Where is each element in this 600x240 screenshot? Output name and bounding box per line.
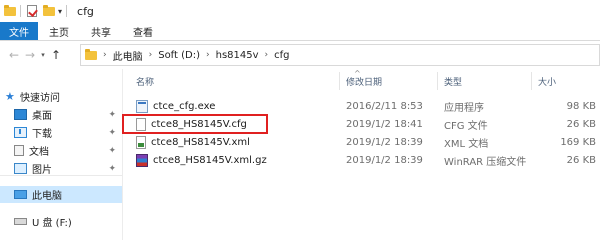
xml-file-icon	[136, 135, 146, 149]
sidebar-item-downloads[interactable]: 下载 ✦	[0, 124, 122, 141]
sidebar-item-this-pc[interactable]: 此电脑	[0, 186, 122, 203]
pin-icon[interactable]: ✦	[108, 128, 116, 138]
navigation-pane: ★ 快速访问 桌面 ✦ 下载 ✦ 文档 ✦ 图片 ✦ 此电脑 U 盘 (F:)	[0, 69, 122, 240]
breadcrumb-hs8145v[interactable]: hs8145v	[216, 50, 259, 61]
window-title: cfg	[77, 4, 94, 18]
customize-quick-access-icon[interactable]: ▾	[58, 7, 62, 16]
file-name: ctce8_HS8145V.xml	[151, 136, 250, 148]
divider	[20, 5, 21, 17]
sidebar-item-label: 下载	[32, 129, 52, 140]
up-arrow-icon[interactable]: ↑	[48, 48, 64, 62]
file-row[interactable]: ctce8_HS8145V.xml 2019/1/2 18:39 XML 文档 …	[124, 133, 600, 151]
column-divider[interactable]	[437, 72, 438, 90]
column-header-type[interactable]: 类型	[444, 70, 534, 92]
file-type: 应用程序	[444, 102, 484, 114]
divider	[66, 5, 68, 17]
desktop-icon	[14, 109, 27, 120]
recent-locations-icon[interactable]: ▾	[38, 51, 48, 59]
file-name-cell[interactable]: ctce_cfg.exe	[136, 97, 215, 115]
address-bar[interactable]: › 此电脑 › Soft (D:) › hs8145v › cfg	[80, 44, 600, 66]
usb-drive-icon	[14, 218, 27, 225]
column-header-name[interactable]: 名称	[136, 70, 336, 92]
sidebar-item-label: 桌面	[32, 111, 52, 122]
file-size: 26 KB	[566, 154, 596, 166]
rar-archive-icon	[136, 153, 148, 167]
file-type: WinRAR 压缩文件	[444, 156, 527, 168]
sidebar-item-usb-drive[interactable]: U 盘 (F:)	[0, 213, 122, 230]
file-size: 26 KB	[566, 118, 596, 130]
highlight-annotation	[122, 114, 268, 134]
sidebar-item-label: 快速访问	[20, 93, 60, 104]
file-modified: 2019/1/2 18:41	[346, 118, 423, 130]
sidebar-item-documents[interactable]: 文档 ✦	[0, 142, 122, 159]
breadcrumb-cfg[interactable]: cfg	[274, 50, 289, 61]
column-divider[interactable]	[531, 72, 532, 90]
documents-icon	[14, 145, 24, 156]
column-divider[interactable]	[339, 72, 340, 90]
file-type: XML 文档	[444, 138, 489, 150]
file-type: CFG 文件	[444, 120, 488, 132]
star-icon: ★	[5, 90, 15, 103]
file-modified: 2019/1/2 18:39	[346, 136, 423, 148]
file-size: 98 KB	[566, 100, 596, 112]
sidebar-item-label: 此电脑	[32, 191, 62, 202]
chevron-right-icon[interactable]: ›	[103, 50, 107, 60]
column-header-size[interactable]: 大小	[538, 70, 588, 92]
folder-icon	[4, 4, 16, 16]
tab-share[interactable]: 共享	[80, 22, 122, 40]
download-icon	[14, 127, 27, 138]
sidebar-item-label: 文档	[29, 147, 49, 158]
file-modified: 2016/2/11 8:53	[346, 100, 423, 112]
column-header-modified[interactable]: 修改日期	[346, 70, 436, 92]
file-size: 169 KB	[560, 136, 596, 148]
file-row[interactable]: ctce8_HS8145V.xml.gz 2019/1/2 18:39 WinR…	[124, 151, 600, 169]
properties-icon[interactable]	[27, 5, 37, 17]
sidebar-item-label: U 盘 (F:)	[32, 218, 72, 229]
sidebar-item-desktop[interactable]: 桌面 ✦	[0, 106, 122, 123]
pin-icon[interactable]: ✦	[108, 146, 116, 156]
pin-icon[interactable]: ✦	[108, 110, 116, 120]
title-bar: ▾ cfg	[0, 0, 600, 22]
file-name: ctce8_HS8145V.xml.gz	[153, 154, 267, 166]
sidebar-item-label: 图片	[32, 165, 52, 176]
chevron-right-icon[interactable]: ›	[149, 50, 153, 60]
folder-icon	[85, 48, 97, 60]
pictures-icon	[14, 163, 27, 174]
computer-icon	[14, 190, 27, 199]
tab-home[interactable]: 主页	[38, 22, 80, 40]
new-folder-icon[interactable]	[43, 4, 55, 16]
ribbon-tabs: 文件 主页 共享 查看	[0, 22, 600, 41]
forward-arrow-icon[interactable]: →	[22, 48, 38, 62]
divider	[0, 175, 122, 176]
back-arrow-icon[interactable]: ←	[6, 48, 22, 62]
pin-icon[interactable]: ✦	[108, 164, 116, 174]
navigation-bar: ← → ▾ ↑ › 此电脑 › Soft (D:) › hs8145v › cf…	[0, 41, 600, 69]
tab-view[interactable]: 查看	[122, 22, 164, 40]
file-modified: 2019/1/2 18:39	[346, 154, 423, 166]
file-name-cell[interactable]: ctce8_HS8145V.xml	[136, 133, 250, 151]
pane-divider[interactable]	[122, 69, 123, 240]
chevron-right-icon[interactable]: ›	[206, 50, 210, 60]
sidebar-item-quick-access[interactable]: ★ 快速访问	[0, 88, 122, 105]
tab-file[interactable]: 文件	[0, 22, 38, 40]
file-name-cell[interactable]: ctce8_HS8145V.xml.gz	[136, 151, 267, 169]
chevron-right-icon[interactable]: ›	[265, 50, 269, 60]
exe-icon	[136, 99, 148, 113]
breadcrumb-drive[interactable]: Soft (D:)	[158, 50, 200, 61]
breadcrumb-this-pc[interactable]: 此电脑	[113, 48, 143, 63]
file-row[interactable]: ctce_cfg.exe 2016/2/11 8:53 应用程序 98 KB	[124, 97, 600, 115]
column-headers: ^ 名称 修改日期 类型 大小	[124, 69, 600, 92]
file-name: ctce_cfg.exe	[153, 100, 216, 112]
